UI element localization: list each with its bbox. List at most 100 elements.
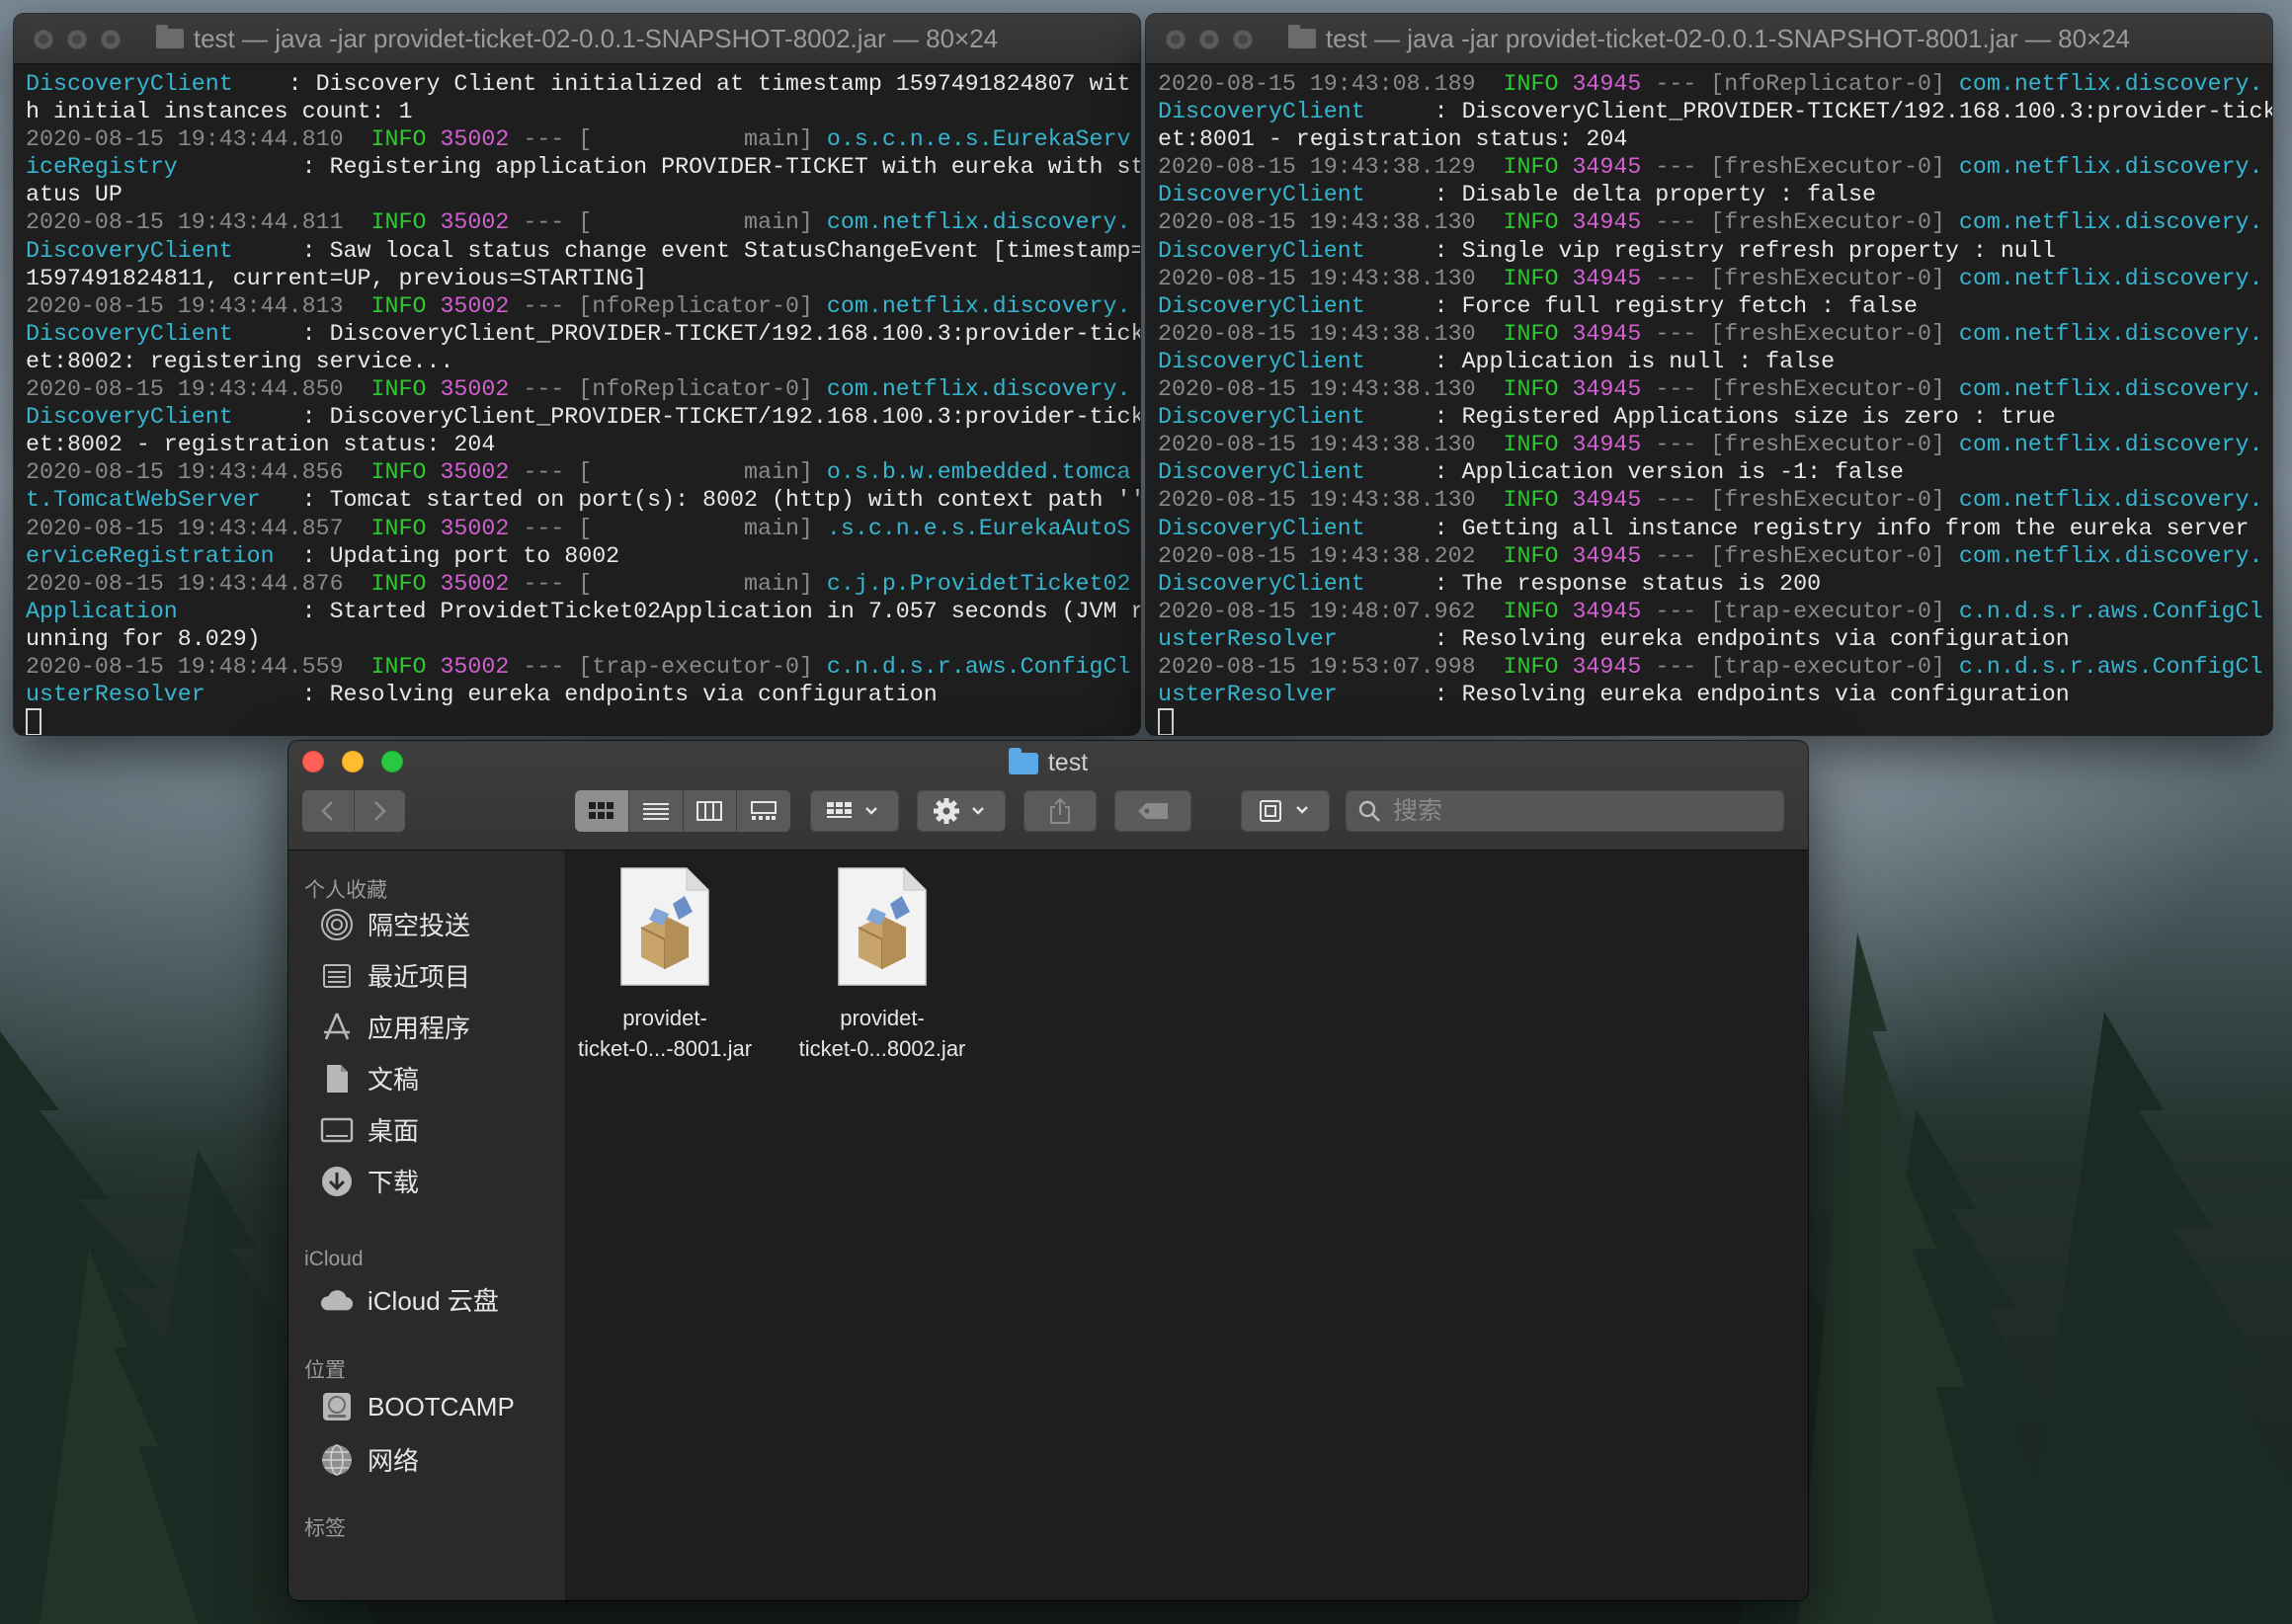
group-by-button[interactable] xyxy=(810,790,899,832)
terminal-text-segment: com.netflix.discovery. xyxy=(1958,209,2263,236)
terminal-line: et:8001 - registration status: 204 xyxy=(1158,125,2260,153)
sidebar-item-label: 下载 xyxy=(368,1168,420,1197)
zoom-button[interactable] xyxy=(101,30,121,49)
terminal-text-segment: et:8002: registering service... xyxy=(26,348,454,374)
sidebar-item-bootcamp[interactable]: BOOTCAMP xyxy=(320,1390,515,1423)
terminal-text-segment: et:8001 - registration status: 204 xyxy=(1158,126,1628,153)
close-button[interactable] xyxy=(1166,30,1186,49)
minimize-button[interactable] xyxy=(1199,30,1219,49)
icon-view-button[interactable] xyxy=(575,790,629,832)
sidebar-item-icloud-drive[interactable]: iCloud 云盘 xyxy=(320,1281,499,1318)
terminal-line: 2020-08-15 19:43:38.202 INFO 34945 --- [… xyxy=(1158,542,2263,570)
terminal-text-segment: com.netflix.discovery. xyxy=(1958,487,2263,514)
terminal-text-segment: : Disable delta property : false xyxy=(1364,182,1876,208)
window-title: test xyxy=(1047,749,1089,776)
terminal-text-segment: 35002 xyxy=(440,459,510,486)
terminal-text-segment: usterResolver xyxy=(26,682,205,708)
terminal-text-segment: 2020-08-15 19:43:44.850 xyxy=(26,376,344,403)
terminal-output[interactable]: DiscoveryClient : Discovery Client initi… xyxy=(14,64,1140,735)
action-menu-button[interactable] xyxy=(917,790,1006,832)
file-name: providet- ticket-0...8002.jar xyxy=(798,1006,966,1061)
terminal-line: usterResolver : Resolving eureka endpoin… xyxy=(1158,625,2260,653)
file-item[interactable]: providet- ticket-0...-8001.jar xyxy=(566,866,764,1064)
list-view-button[interactable] xyxy=(628,790,684,832)
file-browser-content[interactable]: providet- ticket-0...-8001.jar providet-… xyxy=(566,851,1808,1600)
terminal-prompt[interactable] xyxy=(1158,708,2260,735)
terminal-text-segment: : Resolving eureka endpoints via configu… xyxy=(1337,625,2070,652)
gallery-view-button[interactable] xyxy=(737,790,790,832)
terminal-text-segment: 1597491824811, current=UP, previous=STAR… xyxy=(26,265,648,291)
terminal-line: 2020-08-15 19:48:07.962 INFO 34945 --- [… xyxy=(1158,598,2262,625)
minimize-button[interactable] xyxy=(67,30,87,49)
finder-toolbar[interactable]: test xyxy=(288,741,1808,851)
zoom-button[interactable] xyxy=(1233,30,1253,49)
terminal-window-8002[interactable]: test — java -jar providet-ticket-02-0.0.… xyxy=(14,14,1140,735)
terminal-text-segment: DiscoveryClient xyxy=(26,404,233,431)
terminal-text-segment: INFO xyxy=(370,515,427,541)
terminal-line: DiscoveryClient : Single vip registry re… xyxy=(1158,237,2260,265)
terminal-text-segment: DiscoveryClient xyxy=(1158,348,1365,374)
search-icon xyxy=(1358,800,1380,822)
cloud-icon xyxy=(320,1283,354,1317)
sidebar-item-airdrop[interactable]: 隔空投送 xyxy=(320,906,470,942)
quick-actions-button[interactable] xyxy=(1241,790,1330,832)
sidebar-item-documents[interactable]: 文稿 xyxy=(320,1060,419,1096)
close-button[interactable] xyxy=(34,30,53,49)
window-controls xyxy=(34,30,121,49)
sidebar-item-recents[interactable]: 最近项目 xyxy=(320,957,470,994)
terminal-text-segment: --- [freshExecutor-0] xyxy=(1641,542,1959,569)
terminal-text-segment: com.netflix.discovery. xyxy=(826,376,1131,403)
edit-tags-button[interactable] xyxy=(1114,790,1191,832)
terminal-text-segment: 34945 xyxy=(1572,71,1642,97)
folder-icon xyxy=(1008,747,1038,774)
sidebar-item-network[interactable]: 网络 xyxy=(320,1441,419,1478)
terminal-text-segment: 2020-08-15 19:43:44.857 xyxy=(26,515,344,541)
sidebar-item-applications[interactable]: 应用程序 xyxy=(320,1009,470,1045)
terminal-text-segment: INFO xyxy=(1503,598,1559,624)
terminal-text-segment: INFO xyxy=(1503,542,1559,569)
search-input[interactable] xyxy=(1391,795,1770,827)
terminal-text-segment: 2020-08-15 19:43:44.810 xyxy=(26,126,344,153)
terminal-line: DiscoveryClient : Disable delta property… xyxy=(1158,181,2260,208)
terminal-text-segment: : Discovery Client initialized at timest… xyxy=(232,71,1131,97)
back-button[interactable] xyxy=(302,790,355,832)
downloads-icon xyxy=(320,1165,354,1198)
terminal-line: 2020-08-15 19:43:44.810 INFO 35002 --- [… xyxy=(26,125,1130,153)
sidebar-item-downloads[interactable]: 下载 xyxy=(320,1163,419,1199)
terminal-prompt[interactable] xyxy=(26,708,1128,735)
search-field[interactable] xyxy=(1346,790,1784,832)
file-item[interactable]: providet- ticket-0...8002.jar xyxy=(783,866,981,1064)
column-view-button[interactable] xyxy=(683,790,738,832)
terminal-titlebar[interactable]: test — java -jar providet-ticket-02-0.0.… xyxy=(1146,14,2272,64)
terminal-line: 2020-08-15 19:43:08.189 INFO 34945 --- [… xyxy=(1158,70,2263,98)
terminal-output[interactable]: 2020-08-15 19:43:08.189 INFO 34945 --- [… xyxy=(1146,64,2272,735)
terminal-text-segment: --- [ main] xyxy=(509,570,827,597)
terminal-text-segment: : Tomcat started on port(s): 8002 (http)… xyxy=(260,487,1140,514)
terminal-text-segment: usterResolver xyxy=(1158,682,1338,708)
terminal-text-segment: com.netflix.discovery. xyxy=(1958,542,2263,569)
forward-button[interactable] xyxy=(354,790,405,832)
terminal-line: 2020-08-15 19:43:38.130 INFO 34945 --- [… xyxy=(1158,265,2262,292)
terminal-window-8001[interactable]: test — java -jar providet-ticket-02-0.0.… xyxy=(1146,14,2272,735)
terminal-text-segment: 2020-08-15 19:43:38.202 xyxy=(1158,542,1476,569)
share-button[interactable] xyxy=(1023,790,1097,832)
terminal-line: 2020-08-15 19:43:38.130 INFO 34945 --- [… xyxy=(1158,320,2262,348)
terminal-text-segment: t.TomcatWebServer xyxy=(26,487,261,514)
terminal-titlebar[interactable]: test — java -jar providet-ticket-02-0.0.… xyxy=(14,14,1140,64)
terminal-text-segment: : The response status is 200 xyxy=(1364,570,1822,597)
terminal-text-segment: 2020-08-15 19:43:38.130 xyxy=(1158,376,1476,403)
sidebar-item-desktop[interactable]: 桌面 xyxy=(320,1111,419,1148)
finder-window[interactable]: test 搜索 个人收藏 隔空投送 最近项目 应用程序 文稿 桌面 下载 iCl… xyxy=(288,741,1808,1600)
terminal-text-segment: INFO xyxy=(1503,265,1559,291)
terminal-text-segment: com.netflix.discovery. xyxy=(1958,71,2263,97)
terminal-text-segment: 34945 xyxy=(1572,432,1642,458)
